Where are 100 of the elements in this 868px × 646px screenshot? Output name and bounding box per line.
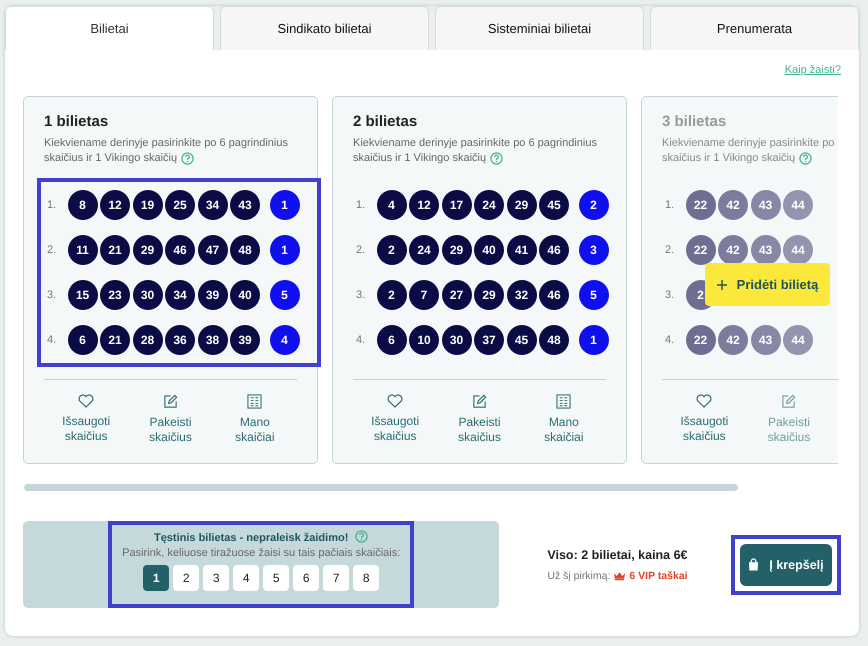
number-ball[interactable]: 48 — [539, 325, 569, 355]
number-ball[interactable]: 25 — [165, 190, 195, 220]
number-ball[interactable]: 21 — [100, 235, 130, 265]
ticket-description-line: skaičius ir 1 Vikingo skaičių — [44, 151, 178, 166]
heart-icon — [78, 394, 94, 408]
row-number: 1. — [356, 199, 366, 211]
number-ball[interactable]: 24 — [409, 235, 439, 265]
number-ball[interactable]: 34 — [198, 190, 228, 220]
draw-count-option[interactable]: 5 — [263, 565, 290, 591]
number-ball[interactable]: 32 — [506, 280, 536, 310]
viking-ball[interactable]: 5 — [270, 280, 300, 310]
tab[interactable]: Sisteminiai bilietai — [435, 6, 644, 50]
draw-count-option[interactable]: 3 — [203, 565, 230, 591]
ticket-action[interactable]: Išsaugoti skaičius — [360, 394, 430, 445]
draw-count-option[interactable]: 2 — [173, 565, 200, 591]
number-ball[interactable]: 4 — [376, 190, 406, 220]
number-ball[interactable]: 19 — [132, 190, 162, 220]
number-ball[interactable]: 22 — [686, 190, 716, 220]
number-grid-icon — [556, 394, 572, 409]
number-ball[interactable]: 42 — [718, 190, 748, 220]
number-ball[interactable]: 2 — [376, 280, 406, 310]
number-ball[interactable]: 12 — [409, 190, 439, 220]
number-ball[interactable]: 29 — [132, 235, 162, 265]
number-ball[interactable]: 36 — [165, 325, 195, 355]
number-ball[interactable]: 42 — [718, 325, 748, 355]
number-ball[interactable]: 42 — [718, 235, 748, 265]
number-ball[interactable]: 38 — [198, 325, 228, 355]
number-ball[interactable]: 12 — [100, 190, 130, 220]
tab[interactable]: Prenumerata — [650, 6, 859, 50]
number-ball[interactable]: 30 — [442, 325, 472, 355]
add-ticket-button[interactable]: Pridėti bilietą — [705, 263, 830, 306]
number-ball[interactable]: 28 — [132, 325, 162, 355]
number-ball[interactable]: 2 — [376, 235, 406, 265]
viking-ball[interactable]: 4 — [270, 325, 300, 355]
number-ball[interactable]: 7 — [409, 280, 439, 310]
viking-ball[interactable]: 1 — [578, 325, 608, 355]
ticket-action[interactable]: Mano skaičiai — [220, 394, 290, 445]
ticket-action[interactable]: Išsaugoti skaičius — [51, 394, 122, 445]
ticket-action[interactable]: Pakeisti skaičius — [135, 394, 206, 445]
number-ball[interactable]: 6 — [376, 325, 406, 355]
row-number: 1. — [47, 199, 58, 211]
help-icon[interactable] — [355, 530, 368, 543]
number-ball[interactable]: 34 — [165, 280, 195, 310]
number-ball[interactable]: 46 — [165, 235, 195, 265]
pencil-icon — [781, 394, 796, 409]
help-icon[interactable] — [799, 152, 812, 165]
number-ball[interactable]: 45 — [506, 325, 536, 355]
ticket-action[interactable]: Pakeisti skaičius — [444, 394, 514, 445]
number-ball[interactable]: 40 — [474, 235, 504, 265]
number-ball[interactable]: 37 — [474, 325, 504, 355]
ticket-title: 3 bilietas — [662, 113, 728, 130]
number-ball[interactable]: 27 — [442, 280, 472, 310]
number-ball[interactable]: 8 — [68, 190, 98, 220]
number-ball[interactable]: 46 — [539, 280, 569, 310]
viking-ball[interactable]: 3 — [578, 235, 608, 265]
number-ball[interactable]: 23 — [100, 280, 130, 310]
scrollbar[interactable] — [24, 484, 738, 491]
row-number: 2. — [665, 244, 676, 256]
draw-count-option[interactable]: 6 — [293, 565, 320, 591]
draw-count-option[interactable]: 4 — [233, 565, 260, 591]
number-ball[interactable]: 46 — [539, 235, 569, 265]
number-ball[interactable]: 45 — [539, 190, 569, 220]
help-icon[interactable] — [181, 152, 194, 165]
number-ball[interactable]: 41 — [506, 235, 536, 265]
ticket-description-line: skaičius ir 1 Vikingo skaičių — [662, 151, 796, 166]
viking-ball[interactable]: 5 — [578, 280, 608, 310]
viking-ball[interactable]: 1 — [270, 190, 300, 220]
draw-count-option[interactable]: 7 — [323, 565, 350, 591]
number-ball[interactable]: 11 — [68, 235, 98, 265]
number-ball[interactable]: 15 — [68, 280, 98, 310]
number-ball[interactable]: 47 — [198, 235, 228, 265]
viking-ball[interactable]: 1 — [270, 235, 300, 265]
ticket-action[interactable]: Išsaugoti skaičius — [669, 394, 740, 445]
number-ball[interactable]: 29 — [506, 190, 536, 220]
number-ball[interactable]: 29 — [474, 280, 504, 310]
viking-ball[interactable]: 2 — [578, 190, 608, 220]
help-icon[interactable] — [490, 152, 504, 165]
number-ball[interactable]: 40 — [230, 280, 260, 310]
continuation-subtitle: Pasirink, keliuose tiražuose žaisi su tais pačiais skaičiais: — [122, 547, 400, 559]
number-ball[interactable]: 17 — [442, 190, 472, 220]
points-label: Už šį pirkimą: — [547, 570, 610, 582]
number-ball[interactable]: 39 — [198, 280, 228, 310]
number-ball[interactable]: 10 — [409, 325, 439, 355]
tab[interactable]: Sindikato bilietai — [220, 6, 429, 50]
tab[interactable]: Bilietai — [5, 6, 214, 50]
number-ball[interactable]: 22 — [686, 325, 716, 355]
number-ball[interactable]: 39 — [230, 325, 260, 355]
number-ball[interactable]: 24 — [474, 190, 504, 220]
draw-count-option[interactable]: 1 — [143, 565, 170, 591]
number-ball[interactable]: 29 — [442, 235, 472, 265]
number-ball[interactable]: 6 — [68, 325, 98, 355]
number-ball[interactable]: 22 — [686, 235, 716, 265]
add-to-cart-button[interactable]: Į krepšelį — [740, 544, 832, 586]
number-ball[interactable]: 21 — [100, 325, 130, 355]
draw-count-option[interactable]: 8 — [353, 565, 380, 591]
number-ball[interactable]: 30 — [132, 280, 162, 310]
ticket-action[interactable]: Mano skaičiai — [528, 394, 599, 445]
number-ball[interactable]: 43 — [230, 190, 260, 220]
number-ball[interactable]: 48 — [230, 235, 260, 265]
row-number: 2. — [47, 244, 58, 256]
